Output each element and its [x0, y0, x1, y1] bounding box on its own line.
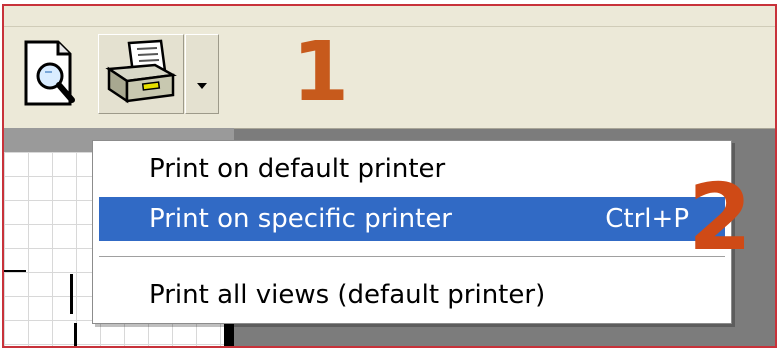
- step-1-callout: 1: [292, 25, 350, 120]
- toolbar: 1: [4, 6, 775, 129]
- canvas-line: [224, 323, 234, 346]
- window-frame: 1 Print on default printer Print on spec…: [2, 4, 777, 348]
- print-options-menu: Print on default printer Print on specif…: [92, 140, 732, 324]
- menu-item-print-all-views[interactable]: Print all views (default printer): [99, 273, 725, 317]
- menu-item-shortcut: Ctrl+P: [605, 204, 689, 234]
- canvas-line: [70, 274, 73, 314]
- print-preview-icon: [24, 40, 75, 106]
- menu-item-print-specific[interactable]: Print on specific printer Ctrl+P: [99, 197, 725, 241]
- printer-icon: [105, 39, 177, 104]
- chevron-down-icon: [197, 83, 207, 89]
- menu-item-label: Print on specific printer: [149, 204, 452, 234]
- canvas-line: [74, 323, 77, 346]
- print-dropdown-button[interactable]: [185, 34, 219, 114]
- print-preview-button[interactable]: [14, 34, 94, 114]
- step-2-callout: 2: [688, 164, 753, 271]
- canvas-line: [4, 270, 26, 272]
- print-button[interactable]: [98, 34, 184, 114]
- toolbar-top-strip: [4, 6, 775, 27]
- menu-item-print-default[interactable]: Print on default printer: [99, 147, 725, 191]
- menu-item-label: Print on default printer: [149, 154, 446, 184]
- menu-item-label: Print all views (default printer): [149, 280, 546, 310]
- menu-separator: [99, 256, 725, 258]
